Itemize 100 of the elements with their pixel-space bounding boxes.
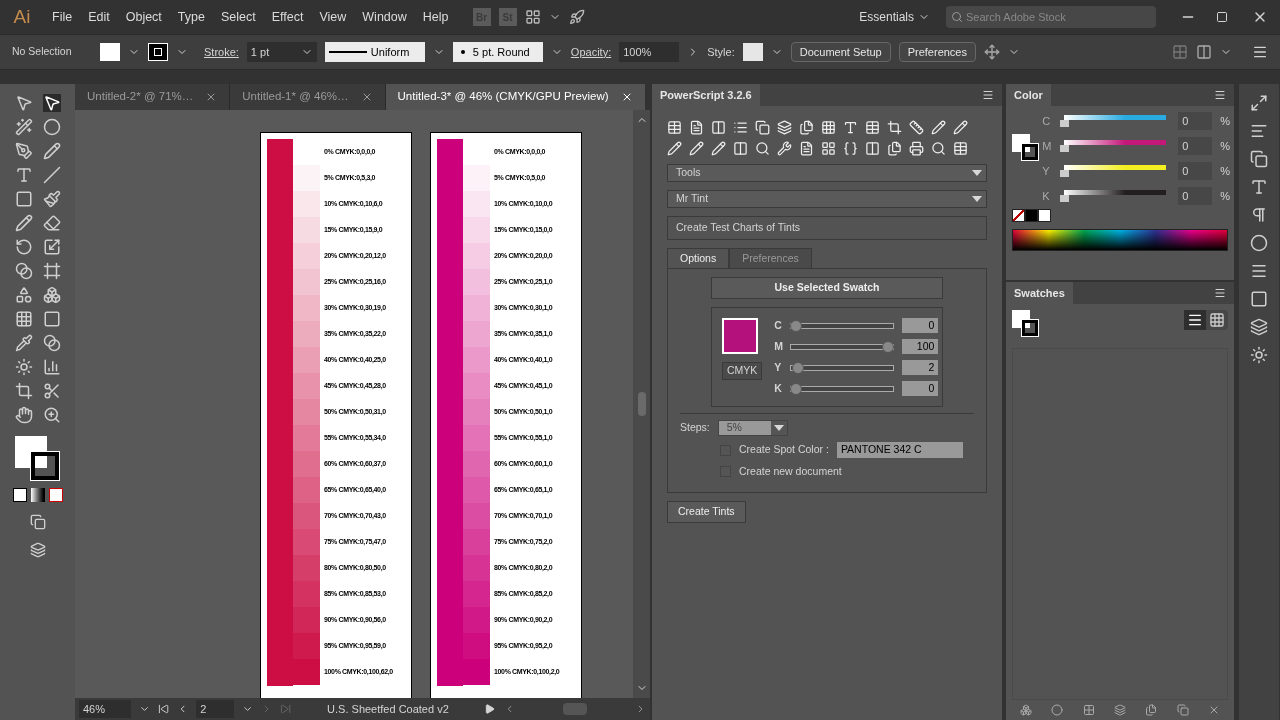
type-icon[interactable] [843, 120, 858, 135]
swatch-action-icon[interactable] [1082, 704, 1095, 716]
document-tab[interactable]: Untitled-3* @ 46% (CMYK/GPU Preview) [385, 84, 645, 110]
color-spectrum[interactable] [1012, 229, 1228, 251]
script-dropdown[interactable]: Mr Tint [667, 190, 987, 208]
workspace-switcher[interactable]: Essentials [859, 8, 930, 26]
graph-icon[interactable] [42, 358, 61, 376]
slider-thumb[interactable] [1060, 195, 1070, 202]
paintbrush-icon[interactable] [42, 190, 61, 208]
eraser-icon[interactable] [42, 214, 61, 232]
grid-icon[interactable] [821, 141, 836, 156]
copy-icon[interactable] [755, 120, 770, 135]
vertical-scrollbar[interactable] [633, 110, 650, 698]
toolbar-button[interactable]: Preferences [898, 42, 976, 62]
slider-thumb[interactable] [1060, 145, 1070, 152]
document-tab[interactable]: Untitled-2* @ 71%… [75, 84, 231, 110]
selection-arrow-icon[interactable] [14, 94, 33, 112]
swatch-action-icon[interactable] [1145, 704, 1158, 716]
rocket-icon[interactable] [568, 9, 585, 25]
panel-tab[interactable]: Swatches [1006, 282, 1073, 304]
panel-menu-icon[interactable] [1214, 287, 1226, 299]
channel-value-field[interactable]: 2 [902, 360, 939, 375]
create-tints-button[interactable]: Create Tints [667, 500, 746, 523]
document-icon[interactable] [689, 120, 704, 135]
eyedropper-icon[interactable] [14, 334, 33, 352]
opacity-field[interactable]: 100% [619, 42, 680, 62]
play-icon[interactable] [484, 703, 496, 715]
spot-color-field[interactable]: PANTONE 342 C [836, 442, 963, 458]
stroke-weight-field[interactable]: 1 pt [246, 42, 317, 62]
channel-value-field[interactable]: 0 [902, 318, 939, 333]
channel-value-field[interactable]: 100 [902, 339, 939, 354]
rectangle-icon[interactable] [14, 190, 33, 208]
braces-icon[interactable] [843, 141, 858, 156]
steps-dropdown[interactable]: 5% [717, 420, 788, 436]
scale-icon[interactable] [42, 238, 61, 256]
type-icon[interactable] [14, 166, 33, 184]
mode-button[interactable]: CMYK [722, 362, 763, 380]
ruler-icon[interactable] [909, 120, 924, 135]
slider-thumb[interactable] [790, 382, 803, 395]
toolbar-button[interactable]: Document Setup [790, 42, 891, 62]
slider-thumb[interactable] [792, 361, 805, 374]
shape-builder-icon[interactable] [14, 286, 33, 304]
crop-icon[interactable] [887, 120, 902, 135]
swatch-action-icon[interactable] [1019, 704, 1032, 716]
none-swatch[interactable] [1012, 209, 1025, 222]
use-swatch-button[interactable]: Use Selected Swatch [711, 277, 943, 299]
slider-thumb[interactable] [1060, 170, 1070, 177]
pencil-icon[interactable] [953, 120, 968, 135]
paragraph-icon[interactable] [1250, 206, 1268, 224]
style-swatch[interactable] [742, 43, 763, 61]
channel-value-field[interactable]: 0 [1178, 112, 1213, 130]
page-icon[interactable] [799, 141, 814, 156]
wrench-icon[interactable] [777, 141, 792, 156]
menu-item[interactable]: View [311, 7, 355, 27]
menu-item[interactable]: Select [212, 7, 264, 27]
menu-item[interactable]: Type [169, 7, 213, 27]
pen-icon[interactable] [14, 142, 33, 160]
panel-menu-icon[interactable] [982, 89, 994, 101]
table-icon[interactable] [667, 120, 682, 135]
fill-swatch[interactable] [100, 43, 120, 61]
fill-stroke-drawing[interactable] [1012, 310, 1040, 338]
fill-stroke-drawing[interactable] [12, 436, 63, 484]
layers-icon[interactable] [777, 120, 792, 135]
list-icon[interactable] [733, 120, 748, 135]
search-icon[interactable] [931, 141, 946, 156]
pencil-icon[interactable] [711, 141, 726, 156]
panel-tab[interactable]: PowerScript 3.2.6 [652, 84, 760, 106]
slider-thumb[interactable] [882, 340, 895, 353]
scroll-thumb[interactable] [562, 703, 587, 715]
arrange-documents-icon[interactable] [524, 9, 541, 25]
line-icon[interactable] [42, 166, 61, 184]
gradient-mode-icon[interactable] [30, 488, 45, 502]
menu-item[interactable]: Effect [263, 7, 312, 27]
pencil-icon[interactable] [931, 120, 946, 135]
menu-item[interactable]: Help [414, 7, 457, 27]
channel-value-field[interactable]: 0 [1178, 187, 1213, 205]
hand-icon[interactable] [14, 406, 33, 424]
slider-thumb[interactable] [1060, 120, 1070, 127]
fill-stroke-drawing[interactable] [1012, 134, 1040, 162]
channel-value-field[interactable]: 0 [902, 381, 939, 396]
mesh-icon[interactable] [14, 310, 33, 328]
pencil-icon[interactable] [689, 141, 704, 156]
pages-icon[interactable] [799, 120, 814, 135]
menu-item[interactable]: Edit [80, 7, 118, 27]
magic-wand-icon[interactable] [14, 118, 33, 136]
maximize-icon[interactable] [1216, 11, 1228, 23]
panel-menu-icon[interactable] [1214, 89, 1226, 101]
color-mode-icon[interactable] [12, 488, 27, 502]
options-tab[interactable]: Options [667, 248, 730, 268]
swatch-chip[interactable] [1025, 209, 1038, 222]
direct-selection-icon[interactable] [42, 94, 61, 112]
scroll-thumb[interactable] [637, 392, 646, 416]
profile-dropdown[interactable]: Uniform [324, 42, 425, 62]
stroke-label[interactable]: Stroke: [204, 43, 239, 61]
zoom-icon[interactable] [42, 406, 61, 424]
swatch-action-icon[interactable] [1051, 704, 1064, 716]
menu-item[interactable]: Object [117, 7, 170, 27]
slider-thumb[interactable] [790, 319, 803, 332]
zoom-field[interactable]: 46% [79, 700, 131, 718]
menu-icon[interactable] [1252, 44, 1268, 60]
